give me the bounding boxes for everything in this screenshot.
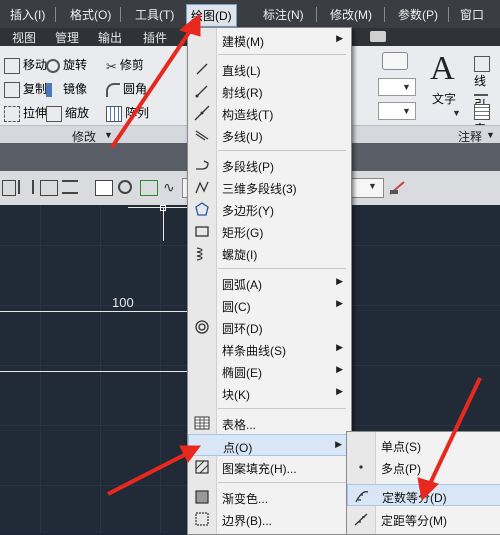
annotation-arrow-line bbox=[426, 377, 482, 489]
annotation-arrowhead bbox=[417, 477, 439, 502]
annotation-arrow-line bbox=[110, 20, 198, 149]
annotation-arrows bbox=[107, 12, 482, 502]
annotation-arrowhead bbox=[178, 12, 201, 37]
annotation-arrow-line bbox=[107, 450, 191, 496]
